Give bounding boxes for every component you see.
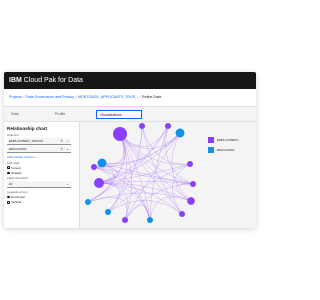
relationship-node[interactable] <box>105 209 111 215</box>
line-style-label: Line style <box>7 160 20 165</box>
column-select-value: EDUCATION <box>9 147 27 151</box>
radio-label: Straight <box>11 170 22 175</box>
radio-curved[interactable]: Curved <box>7 166 76 170</box>
radio-label: Vertical <box>11 200 21 205</box>
chart-canvas: EMPLOYMENT... EDUCATION <box>80 122 256 228</box>
app-header: IBM Cloud Pak for Data <box>4 72 256 89</box>
relationship-node[interactable] <box>147 217 153 223</box>
product-name: Cloud Pak for Data <box>23 77 83 84</box>
chevron-down-icon[interactable]: ⌄ <box>66 181 69 187</box>
radio-straight[interactable]: Straight <box>7 171 76 175</box>
close-icon[interactable]: ✕ <box>60 138 63 144</box>
relationship-node[interactable] <box>139 123 145 129</box>
panel-title: Relationship chart <box>7 126 48 131</box>
chevron-down-icon[interactable]: ⌄ <box>66 138 69 144</box>
tab-bar: Data Profile Visualizations <box>4 106 256 122</box>
legend-label: EDUCATION <box>217 148 235 152</box>
radio-vertical[interactable]: Vertical <box>7 200 76 204</box>
label-threshold-label: Label threshold <box>7 176 28 181</box>
legend-education: EDUCATION <box>208 147 234 153</box>
relationship-node[interactable] <box>165 123 171 129</box>
legends-label: Legends at text <box>7 189 28 194</box>
radio-label: Curved <box>11 165 21 170</box>
brand-name: IBM <box>9 77 22 84</box>
radio-unselected-icon <box>7 195 10 199</box>
breadcrumb-separator: / <box>75 95 77 99</box>
relationship-node[interactable] <box>190 181 196 187</box>
relationship-edge <box>171 132 192 202</box>
breadcrumb: Projects / Data Governance and Privacy / MOR… <box>4 89 256 106</box>
label-threshold-select[interactable]: 20 ⌄ <box>7 181 71 189</box>
radio-label: Horizontal <box>11 195 25 200</box>
relationship-edge <box>101 132 181 164</box>
relationship-edge <box>98 182 129 221</box>
relationship-node[interactable] <box>113 127 127 141</box>
relationship-edge <box>172 163 191 215</box>
relationship-node[interactable] <box>85 199 91 205</box>
legend-swatch <box>208 147 214 153</box>
app-window: IBM Cloud Pak for Data Projects / Data Gov… <box>4 72 256 228</box>
breadcrumb-projects[interactable]: Projects <box>9 95 22 99</box>
tab-profile[interactable]: Profile <box>52 110 92 119</box>
relationship-node[interactable] <box>179 211 185 217</box>
radio-selected-icon <box>7 200 10 204</box>
close-icon[interactable]: ✕ <box>60 146 63 152</box>
legend-label: EMPLOYMENT... <box>217 138 241 142</box>
column-select-value: EMPLOYMENT_STATUS <box>9 139 44 143</box>
relationship-node[interactable] <box>187 161 193 167</box>
radio-horizontal[interactable]: Horizontal <box>7 195 76 199</box>
column-select-1[interactable]: EMPLOYMENT_STATUS ✕ ⌄ <box>7 138 71 145</box>
add-column-link[interactable]: Add another column + <box>7 155 76 159</box>
breadcrumb-asset[interactable]: MORTGAGE_APPLICANTS_TRUS... <box>78 95 138 99</box>
breadcrumb-separator: / <box>139 95 141 99</box>
tab-data[interactable]: Data <box>8 110 48 119</box>
relationship-node[interactable] <box>91 164 97 170</box>
breadcrumb-current: Refine Data <box>141 95 161 99</box>
legend-swatch <box>208 137 214 143</box>
columns-label: Columns <box>7 133 19 137</box>
label-threshold-value: 20 <box>9 182 13 187</box>
legend-employment: EMPLOYMENT... <box>208 137 240 143</box>
breadcrumb-project[interactable]: Data Governance and Privacy <box>26 95 74 99</box>
radio-unselected-icon <box>7 171 10 175</box>
chart-settings-panel: Relationship chart Columns EMPLOYMENT_ST… <box>4 122 80 228</box>
relationship-edge <box>107 163 191 213</box>
radio-selected-icon <box>7 166 10 169</box>
chevron-down-icon[interactable]: ⌄ <box>66 146 69 152</box>
relationship-node[interactable] <box>97 158 107 168</box>
breadcrumb-separator: / <box>23 95 25 99</box>
relationship-node[interactable] <box>187 197 195 205</box>
relationship-edge <box>98 132 181 184</box>
column-select-2[interactable]: EDUCATION ✕ ⌄ <box>7 146 71 153</box>
relationship-node[interactable] <box>122 217 128 223</box>
relationship-node[interactable] <box>175 128 185 138</box>
relationship-edge <box>87 197 128 221</box>
relationship-edge <box>119 125 169 147</box>
relationship-node[interactable] <box>94 178 104 188</box>
tab-visualizations[interactable]: Visualizations <box>96 110 142 119</box>
